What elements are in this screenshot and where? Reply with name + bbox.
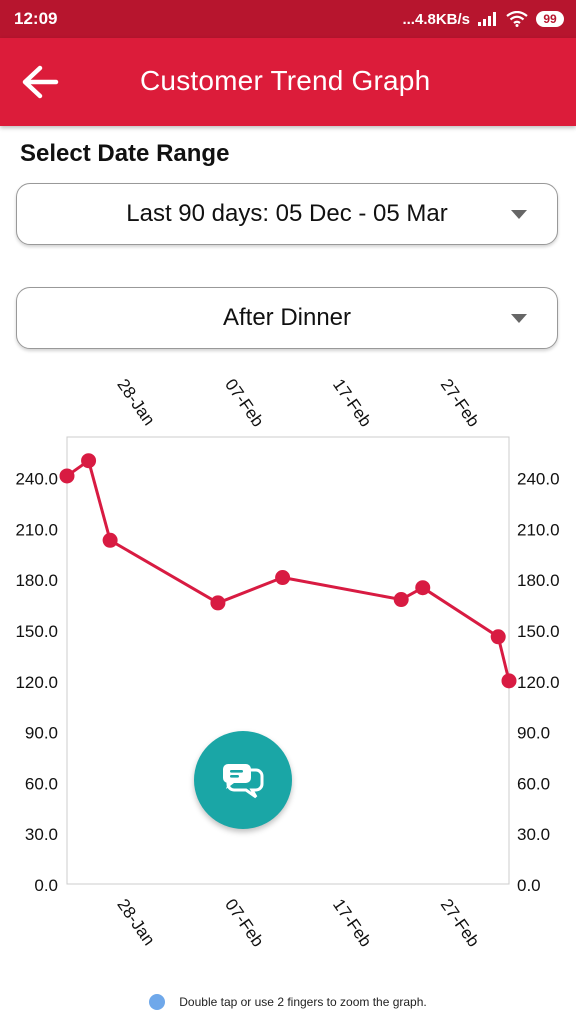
x-tick-label-top: 07-Feb: [221, 375, 267, 430]
hint-text: Double tap or use 2 fingers to zoom the …: [179, 995, 427, 1009]
wifi-icon: [506, 11, 528, 27]
network-speed: ...4.8KB/s: [402, 10, 470, 28]
y-tick-label-left: 150.0: [15, 622, 58, 641]
arrow-left-icon[interactable]: [20, 64, 60, 100]
x-tick-label-bottom: 28-Jan: [113, 895, 158, 948]
date-range-value: Last 90 days: 05 Dec - 05 Mar: [126, 200, 448, 227]
y-tick-label-right: 210.0: [517, 520, 560, 539]
data-point: [59, 468, 75, 484]
y-tick-label-left: 30.0: [25, 825, 58, 844]
y-tick-label-left: 210.0: [15, 520, 58, 539]
chevron-down-icon: [511, 314, 527, 323]
chat-bubbles-icon: [223, 764, 264, 799]
y-tick-label-left: 240.0: [15, 470, 58, 489]
y-tick-label-left: 180.0: [15, 571, 58, 590]
y-tick-label-right: 60.0: [517, 774, 550, 793]
battery-icon: 99: [536, 11, 564, 27]
date-range-select[interactable]: Last 90 days: 05 Dec - 05 Mar: [16, 183, 558, 245]
series-line: [66, 459, 511, 682]
x-tick-label-top: 17-Feb: [329, 375, 375, 430]
page-title: Customer Trend Graph: [140, 65, 431, 96]
data-point: [501, 673, 517, 689]
meal-filter-select[interactable]: After Dinner: [16, 287, 558, 349]
data-point: [275, 570, 291, 586]
y-tick-label-left: 120.0: [15, 673, 58, 692]
date-range-label: Select Date Range: [20, 140, 230, 167]
chevron-down-icon: [511, 210, 527, 219]
y-tick-label-left: 90.0: [25, 724, 58, 743]
x-tick-label-bottom: 17-Feb: [329, 895, 375, 950]
x-tick-label-bottom: 07-Feb: [221, 895, 267, 950]
status-icons: ...4.8KB/s 99: [402, 11, 564, 28]
y-tick-label-right: 180.0: [517, 571, 560, 590]
y-tick-label-right: 240.0: [517, 470, 560, 489]
data-point: [393, 592, 409, 608]
y-tick-label-right: 150.0: [517, 622, 560, 641]
signal-icon: [478, 12, 496, 26]
y-tick-label-right: 0.0: [517, 876, 541, 895]
meal-filter-value: After Dinner: [222, 304, 352, 331]
y-tick-label-right: 90.0: [517, 724, 550, 743]
status-bar: 12:09 ...4.8KB/s 99: [0, 0, 576, 38]
y-tick-label-right: 30.0: [517, 825, 550, 844]
x-tick-label-top: 27-Feb: [437, 375, 483, 430]
hint-dot-icon: [149, 994, 166, 1010]
x-tick-label-bottom: 27-Feb: [437, 895, 483, 950]
status-time: 12:09: [14, 9, 58, 28]
y-tick-label-left: 0.0: [34, 876, 58, 895]
y-tick-label-left: 60.0: [25, 774, 58, 793]
data-point: [490, 629, 506, 645]
plot-frame: [66, 436, 510, 885]
y-tick-label-right: 120.0: [517, 673, 560, 692]
chat-fab[interactable]: [194, 731, 292, 829]
x-tick-label-top: 28-Jan: [113, 375, 158, 428]
data-point: [102, 532, 118, 548]
trend-chart[interactable]: 0.0 0.0 30.0 30.0 60.0 60.0 90.0 90.0 120.0 120.0…: [0, 360, 576, 960]
data-point: [415, 580, 431, 596]
zoom-hint: Double tap or use 2 fingers to zoom the …: [0, 994, 576, 1010]
app-bar: Customer Trend Graph: [0, 38, 576, 126]
data-point: [210, 595, 226, 611]
data-point: [81, 453, 97, 469]
